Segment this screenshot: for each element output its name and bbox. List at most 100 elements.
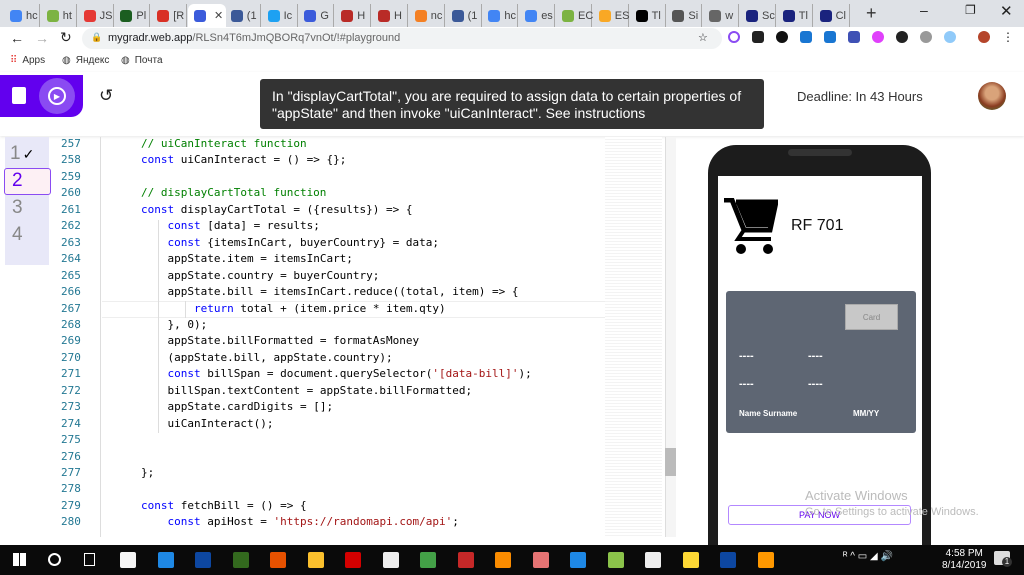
browser-tab[interactable]: Pl: [114, 4, 151, 27]
clock-extension-icon[interactable]: [728, 31, 740, 43]
browser-tab[interactable]: ES: [593, 4, 629, 27]
browser-tab[interactable]: (1: [446, 4, 482, 27]
user-avatar[interactable]: [978, 82, 1006, 110]
browser-tab[interactable]: Si: [666, 4, 703, 27]
step-2[interactable]: 2: [12, 170, 23, 192]
new-tab-button[interactable]: +: [866, 3, 877, 24]
cursor-extension-icon[interactable]: [848, 31, 860, 43]
profile-avatar[interactable]: [978, 31, 990, 43]
bookmark-pochta[interactable]: ◍ Почта: [121, 55, 163, 66]
code-line[interactable]: const {itemsInCart, buyerCountry} = data…: [168, 236, 440, 249]
xampp-icon[interactable]: [495, 552, 511, 568]
code-line[interactable]: appState.cardDigits = [];: [168, 400, 334, 413]
card-digits[interactable]: ----: [739, 350, 754, 362]
close-window-button[interactable]: ✕: [1000, 2, 1013, 20]
search-icon[interactable]: [48, 553, 61, 566]
calculator-extension-icon[interactable]: [800, 31, 812, 43]
browser-tab[interactable]: w: [703, 4, 740, 27]
browser-tab[interactable]: H: [335, 4, 372, 27]
run-button[interactable]: ▶: [39, 78, 75, 114]
browser-tab[interactable]: G: [298, 4, 335, 27]
moon-extension-icon[interactable]: [872, 31, 884, 43]
browser-tab[interactable]: es: [519, 4, 556, 27]
bookmark-yandex[interactable]: ◍ Яндекс: [62, 55, 109, 66]
code-line[interactable]: // displayCartTotal function: [141, 186, 326, 199]
browser-tab[interactable]: [R: [151, 4, 188, 27]
clipboard-icon[interactable]: [12, 87, 26, 104]
camera-icon[interactable]: [645, 552, 661, 568]
illustrator-icon[interactable]: [270, 552, 286, 568]
start-icon[interactable]: [13, 553, 26, 566]
scrollbar[interactable]: [665, 137, 676, 537]
scrollbar-thumb[interactable]: [665, 448, 676, 476]
clock[interactable]: 4:58 PM 8/14/2019: [942, 548, 987, 572]
code-line[interactable]: const [data] = results;: [168, 219, 320, 232]
card-digits[interactable]: ----: [808, 378, 823, 390]
code-line[interactable]: const apiHost = 'https://randomapi.com/a…: [168, 515, 459, 528]
code-line[interactable]: appState.billFormatted = formatAsMoney: [168, 334, 420, 347]
browser-tab[interactable]: hc: [4, 4, 40, 27]
browser-tab[interactable]: JS: [78, 4, 114, 27]
code-line[interactable]: const uiCanInteract = () => {};: [141, 153, 346, 166]
browser-tab[interactable]: H: [372, 4, 408, 27]
code-line[interactable]: // uiCanInteract function: [141, 137, 307, 150]
card-digits[interactable]: ----: [739, 378, 754, 390]
bookmark-apps[interactable]: ⠿ Apps: [10, 55, 45, 66]
browser-tab[interactable]: ht: [41, 4, 77, 27]
browser-tab[interactable]: Ic: [262, 4, 298, 27]
card-digits[interactable]: ----: [808, 350, 823, 362]
step-3[interactable]: 3: [12, 197, 23, 219]
tray-icons[interactable]: ᴿ ^ ▭ ◢ 🔊: [843, 551, 893, 562]
notification-icon[interactable]: 1: [994, 551, 1012, 567]
task-view-icon[interactable]: [84, 553, 95, 566]
code-line[interactable]: return total + (item.price * item.qty): [194, 302, 446, 315]
close-tab-icon[interactable]: ✕: [214, 9, 223, 22]
minimize-button[interactable]: –: [920, 2, 928, 18]
browser-tab[interactable]: ✕: [188, 4, 226, 27]
code-line[interactable]: uiCanInteract();: [168, 417, 274, 430]
browser-tab[interactable]: Tl: [777, 4, 813, 27]
minimap[interactable]: [605, 137, 662, 537]
bookmark-star-icon[interactable]: ☆: [698, 31, 708, 44]
code-line[interactable]: }, 0);: [168, 318, 208, 331]
mail-icon[interactable]: [382, 552, 399, 568]
edge-icon[interactable]: [157, 552, 174, 568]
browser-tab[interactable]: nc: [409, 4, 445, 27]
forward-icon[interactable]: →: [35, 30, 49, 46]
restore-button[interactable]: ❐: [965, 3, 976, 17]
browser-tab[interactable]: hc: [482, 4, 519, 27]
history-icon[interactable]: ↺: [99, 86, 113, 106]
menu-icon[interactable]: ⋮: [1002, 31, 1014, 43]
code-line[interactable]: };: [141, 466, 154, 479]
chrome-icon[interactable]: [420, 552, 436, 568]
gear-extension-icon[interactable]: [920, 31, 932, 43]
vscode-icon[interactable]: [570, 552, 586, 568]
opera-icon[interactable]: [345, 552, 361, 568]
code-line[interactable]: appState.country = buyerCountry;: [168, 269, 380, 282]
step-1[interactable]: 1 ✓: [10, 143, 34, 165]
qr-extension-icon[interactable]: [752, 31, 764, 43]
file-explorer-icon[interactable]: [307, 552, 324, 568]
app-icon[interactable]: [457, 552, 474, 568]
browser-tab[interactable]: Tl: [630, 4, 666, 27]
browser-tab[interactable]: EC: [556, 4, 593, 27]
ring-extension-icon[interactable]: [944, 31, 956, 43]
code-line[interactable]: appState.item = itemsInCart;: [168, 252, 353, 265]
code-line[interactable]: (appState.bill, appState.country);: [168, 351, 393, 364]
store-icon[interactable]: [120, 552, 136, 568]
code-line[interactable]: const displayCartTotal = ({results}) => …: [141, 203, 413, 216]
browser-tab[interactable]: (1: [225, 4, 261, 27]
step-4[interactable]: 4: [12, 224, 23, 246]
back-icon[interactable]: ←: [10, 30, 24, 46]
dreamweaver-icon[interactable]: [232, 552, 249, 568]
browser-tab[interactable]: Sc: [740, 4, 776, 27]
card-button[interactable]: Card: [845, 304, 898, 330]
quote-extension-icon[interactable]: [776, 31, 788, 43]
inkscape-icon[interactable]: [607, 552, 624, 568]
uc-browser-icon[interactable]: [757, 552, 774, 568]
extension-icon[interactable]: [896, 31, 908, 43]
reload-icon[interactable]: ↻: [60, 29, 72, 46]
code-line[interactable]: const fetchBill = () => {: [141, 499, 307, 512]
python-icon[interactable]: [682, 552, 699, 568]
browser-tab[interactable]: Cl: [814, 4, 850, 27]
